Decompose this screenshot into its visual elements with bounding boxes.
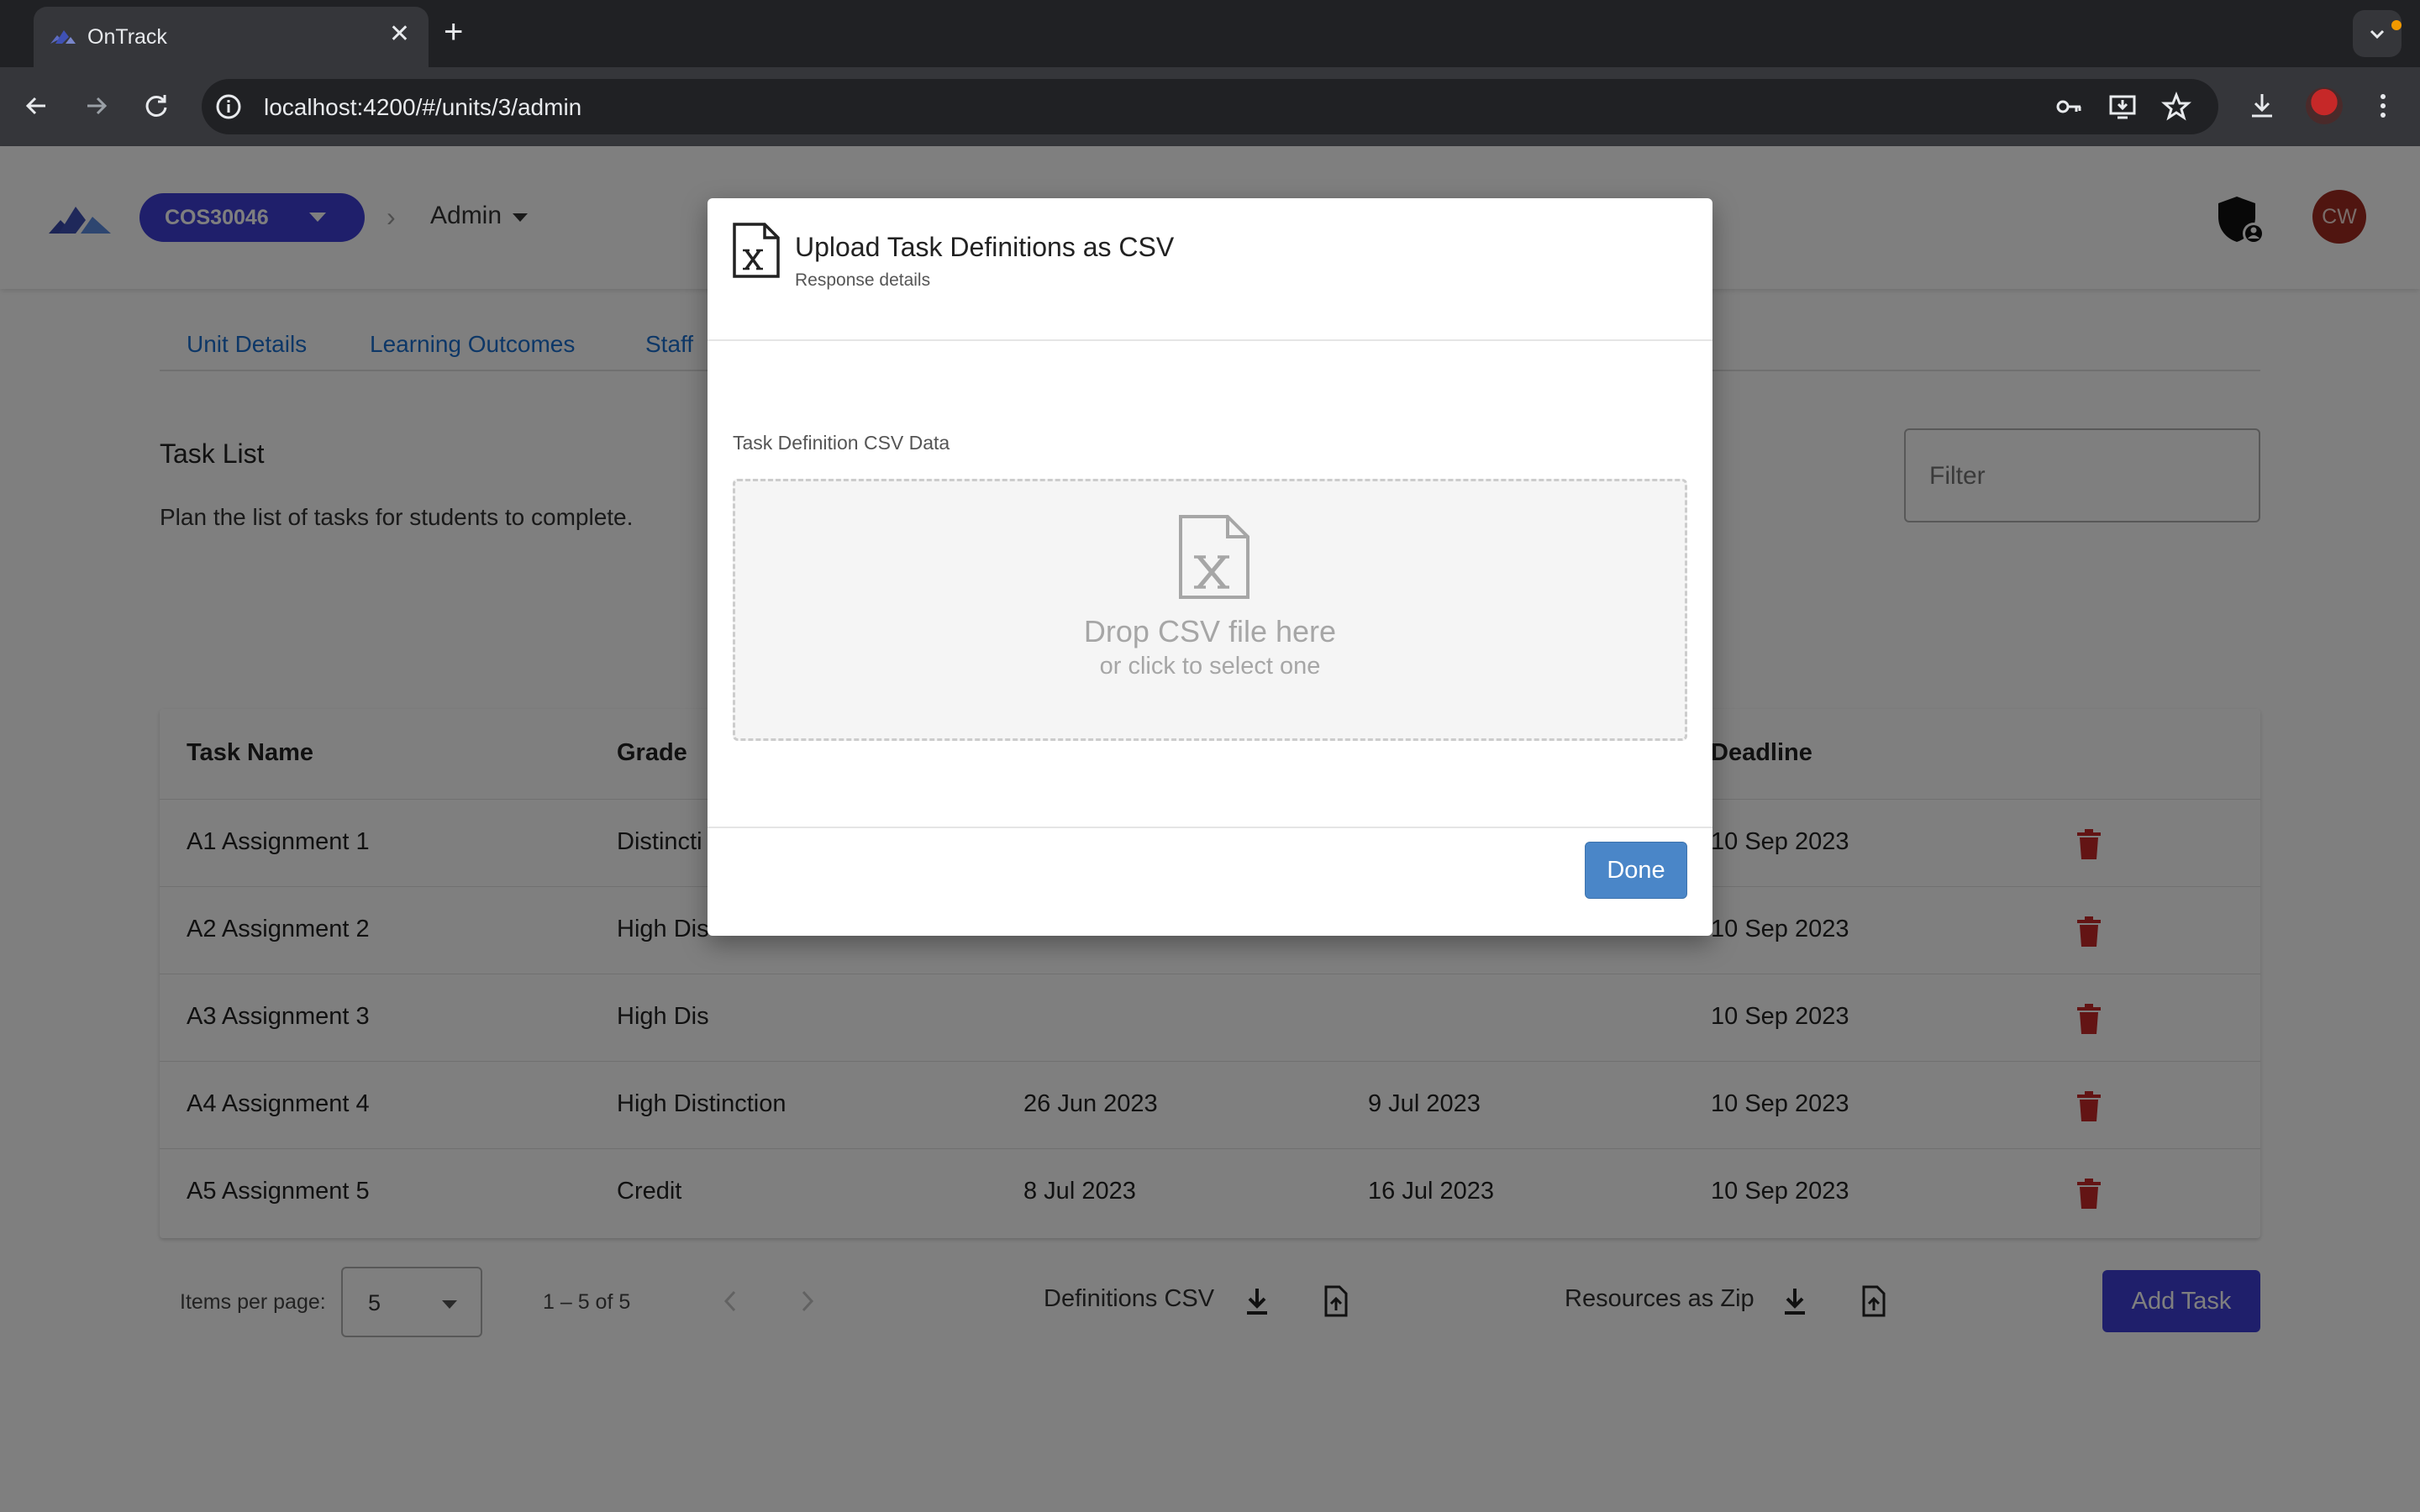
done-button[interactable]: Done <box>1585 842 1687 899</box>
browser-toolbar: localhost:4200/#/units/3/admin <box>0 67 2420 146</box>
dialog-header: Upload Task Definitions as CSV Response … <box>708 198 1712 341</box>
browser-tab[interactable]: OnTrack ✕ <box>34 7 429 67</box>
forward-icon[interactable] <box>79 89 113 123</box>
reload-icon[interactable] <box>139 89 173 123</box>
more-icon[interactable] <box>2366 89 2400 123</box>
back-icon[interactable] <box>20 89 54 123</box>
drop-instruction: Drop CSV file here <box>1083 614 1337 648</box>
dialog-footer <box>708 827 1712 936</box>
install-icon[interactable] <box>2107 92 2138 122</box>
csv-file-icon <box>1179 515 1249 599</box>
download-icon[interactable] <box>2245 89 2279 123</box>
tab-search-button[interactable] <box>2353 10 2402 57</box>
csv-data-label: Task Definition CSV Data <box>733 432 950 454</box>
upload-csv-dialog: Upload Task Definitions as CSV Response … <box>708 198 1712 936</box>
drop-sub-instruction: or click to select one <box>1099 653 1321 680</box>
tab-close-icon[interactable]: ✕ <box>389 22 410 47</box>
tab-title: OnTrack <box>87 25 167 49</box>
dialog-title: Upload Task Definitions as CSV <box>795 232 1175 262</box>
site-info-icon[interactable] <box>213 92 244 122</box>
url-text[interactable]: localhost:4200/#/units/3/admin <box>264 94 581 121</box>
key-icon[interactable] <box>2054 92 2084 122</box>
profile-avatar[interactable] <box>2306 87 2343 124</box>
chevron-down-icon <box>2370 29 2385 39</box>
star-icon[interactable] <box>2161 92 2191 122</box>
dialog-subtitle: Response details <box>795 270 931 290</box>
csv-dropzone[interactable]: Drop CSV file here or click to select on… <box>733 479 1687 741</box>
browser-tabstrip: OnTrack ✕ + <box>0 0 2420 67</box>
notification-dot <box>2391 20 2402 30</box>
csv-file-icon <box>733 223 780 278</box>
address-bar[interactable]: localhost:4200/#/units/3/admin <box>202 79 2218 134</box>
new-tab-button[interactable]: + <box>444 15 463 49</box>
ontrack-favicon-icon <box>50 30 76 44</box>
